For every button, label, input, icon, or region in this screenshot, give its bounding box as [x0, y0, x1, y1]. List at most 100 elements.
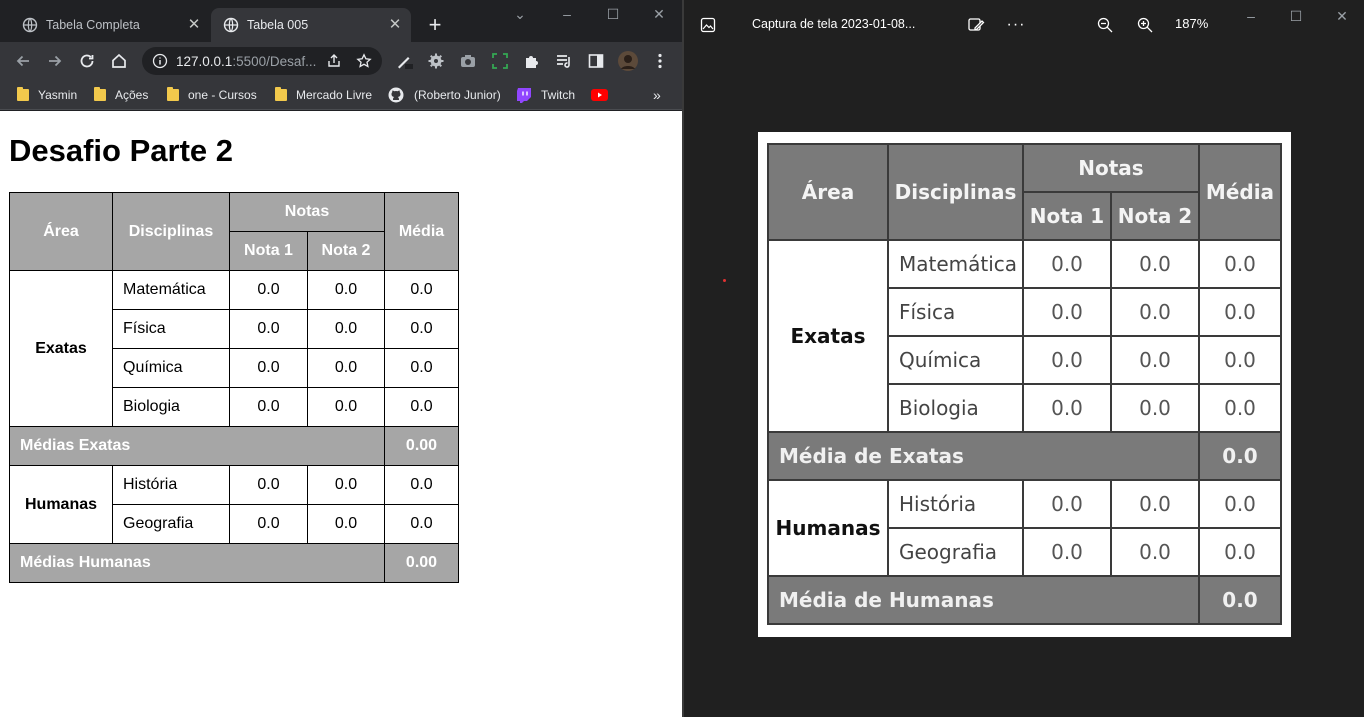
nota2-cell: 0.0	[307, 348, 385, 388]
header-notas: Notas	[1022, 143, 1200, 193]
nota2-cell: 0.0	[307, 504, 385, 544]
header-notas: Notas	[229, 192, 385, 232]
side-panel-icon[interactable]	[585, 50, 607, 72]
gear-extension-icon[interactable]	[425, 50, 447, 72]
discipline-cell: Química	[112, 348, 230, 388]
url-path: :5500/Desaf...	[232, 53, 317, 69]
gallery-icon[interactable]	[698, 15, 718, 35]
header-nota1: Nota 1	[1022, 191, 1112, 241]
header-area: Área	[9, 192, 113, 271]
folder-icon	[167, 87, 179, 101]
bookmark-label: Twitch	[541, 88, 576, 102]
image-filename: Captura de tela 2023-01-08...	[752, 17, 916, 31]
tab-tabela-completa[interactable]: Tabela Completa ✕	[10, 8, 210, 42]
address-bar[interactable]: 127.0.0.1:5500/Desaf...	[142, 47, 382, 75]
tab-strip: Tabela Completa ✕ Tabela 005 ✕ + ⌄ – ☐ ✕	[0, 0, 683, 42]
bookmark-mercado-livre[interactable]: Mercado Livre	[275, 86, 372, 104]
nota1-cell: 0.0	[229, 465, 308, 505]
zoom-level[interactable]: 187%	[1175, 16, 1208, 31]
average-row-exatas: Médias Exatas 0.00	[9, 426, 459, 466]
media-cell: 0.0	[384, 387, 459, 427]
kebab-menu-icon[interactable]	[649, 50, 671, 72]
edit-image-icon[interactable]	[966, 15, 986, 35]
table-row: Humanas História 0.0 0.0 0.0	[767, 479, 1282, 577]
nota1-cell: 0.0	[1022, 335, 1112, 385]
average-label: Média de Exatas	[767, 431, 1200, 481]
more-options-icon[interactable]: ···	[1006, 15, 1026, 35]
bookmark-one-cursos[interactable]: one - Cursos	[167, 86, 257, 104]
site-info-icon[interactable]	[152, 53, 168, 69]
photos-title-bar: Captura de tela 2023-01-08... ··· 187% –…	[684, 0, 1364, 50]
folder-icon	[275, 87, 287, 101]
nota2-cell: 0.0	[1110, 335, 1200, 385]
back-icon[interactable]	[12, 50, 34, 72]
bookmarks-bar: Yasmin Ações one - Cursos Mercado Livre …	[0, 80, 683, 110]
maximize-icon[interactable]: ☐	[1284, 8, 1308, 25]
zoom-in-icon[interactable]	[1135, 15, 1155, 35]
table-row: Exatas Matemática 0.0 0.0 0.0	[767, 239, 1282, 433]
close-window-icon[interactable]: ✕	[647, 6, 671, 23]
media-cell: 0.0	[1198, 239, 1282, 289]
close-tab-icon[interactable]: ✕	[186, 17, 202, 33]
nota2-cell: 0.0	[1110, 287, 1200, 337]
minimize-icon[interactable]: –	[555, 6, 579, 22]
average-row-humanas: Médias Humanas 0.00	[9, 543, 459, 583]
nota1-cell: 0.0	[1022, 287, 1112, 337]
new-tab-button[interactable]: +	[424, 14, 446, 36]
profile-avatar[interactable]	[617, 50, 639, 72]
tab-search-icon[interactable]: ⌄	[508, 6, 532, 23]
maximize-icon[interactable]: ☐	[601, 6, 625, 23]
tab-title: Tabela Completa	[46, 18, 140, 32]
home-icon[interactable]	[108, 50, 130, 72]
discipline-cell: Matemática	[112, 270, 230, 310]
average-value: 0.0	[1198, 575, 1282, 625]
nota1-cell: 0.0	[229, 309, 308, 349]
grades-table: Área Disciplinas Notas Média Nota 1 Nota…	[9, 192, 459, 583]
camera-extension-icon[interactable]	[457, 50, 479, 72]
screenshot-extension-icon[interactable]	[489, 50, 511, 72]
minimize-icon[interactable]: –	[1239, 8, 1263, 24]
extensions-puzzle-icon[interactable]	[521, 50, 543, 72]
header-area: Área	[767, 143, 889, 241]
close-tab-icon[interactable]: ✕	[387, 17, 403, 33]
media-queue-icon[interactable]	[553, 50, 575, 72]
screenshot-image: Área Disciplinas Notas Média Nota 1 Nota…	[758, 132, 1291, 637]
bookmark-roberto-junior[interactable]: (Roberto Junior)	[388, 86, 501, 104]
header-disciplinas: Disciplinas	[112, 192, 230, 271]
bookmark-youtube[interactable]	[591, 86, 608, 104]
bookmark-label: Ações	[115, 88, 149, 102]
bookmark-yasmin[interactable]: Yasmin	[17, 86, 77, 104]
discipline-cell: Geografia	[887, 527, 1024, 577]
share-icon[interactable]	[326, 53, 342, 69]
nota1-cell: 0.0	[229, 348, 308, 388]
media-cell: 0.0	[384, 504, 459, 544]
screen: Tabela Completa ✕ Tabela 005 ✕ + ⌄ – ☐ ✕	[0, 0, 1364, 717]
discipline-cell: Biologia	[887, 383, 1024, 433]
average-value: 0.0	[1198, 431, 1282, 481]
tab-title: Tabela 005	[247, 18, 309, 32]
url-text: 127.0.0.1:5500/Desaf...	[176, 54, 326, 69]
more-bookmarks-icon[interactable]: »	[653, 86, 661, 104]
pen-extension-icon[interactable]	[393, 50, 415, 72]
browser-toolbar: 127.0.0.1:5500/Desaf...	[0, 42, 683, 80]
forward-icon[interactable]	[44, 50, 66, 72]
nota1-cell: 0.0	[229, 387, 308, 427]
nota2-cell: 0.0	[1110, 239, 1200, 289]
media-cell: 0.0	[384, 309, 459, 349]
area-exatas: Exatas	[9, 270, 113, 427]
bookmark-acoes[interactable]: Ações	[94, 86, 148, 104]
average-value: 0.00	[384, 543, 459, 583]
bookmark-star-icon[interactable]	[356, 53, 372, 69]
globe-icon	[22, 17, 38, 33]
media-cell: 0.0	[1198, 479, 1282, 529]
page-viewport: Desafio Parte 2 Área Disciplinas Notas M…	[0, 111, 682, 717]
folder-icon	[17, 87, 29, 101]
bookmark-label: Mercado Livre	[296, 88, 373, 102]
media-cell: 0.0	[1198, 383, 1282, 433]
tab-tabela-005[interactable]: Tabela 005 ✕	[211, 8, 411, 42]
area-humanas: Humanas	[767, 479, 889, 577]
close-window-icon[interactable]: ✕	[1330, 8, 1354, 25]
zoom-out-icon[interactable]	[1095, 15, 1115, 35]
reload-icon[interactable]	[76, 50, 98, 72]
bookmark-twitch[interactable]: Twitch	[517, 86, 575, 104]
